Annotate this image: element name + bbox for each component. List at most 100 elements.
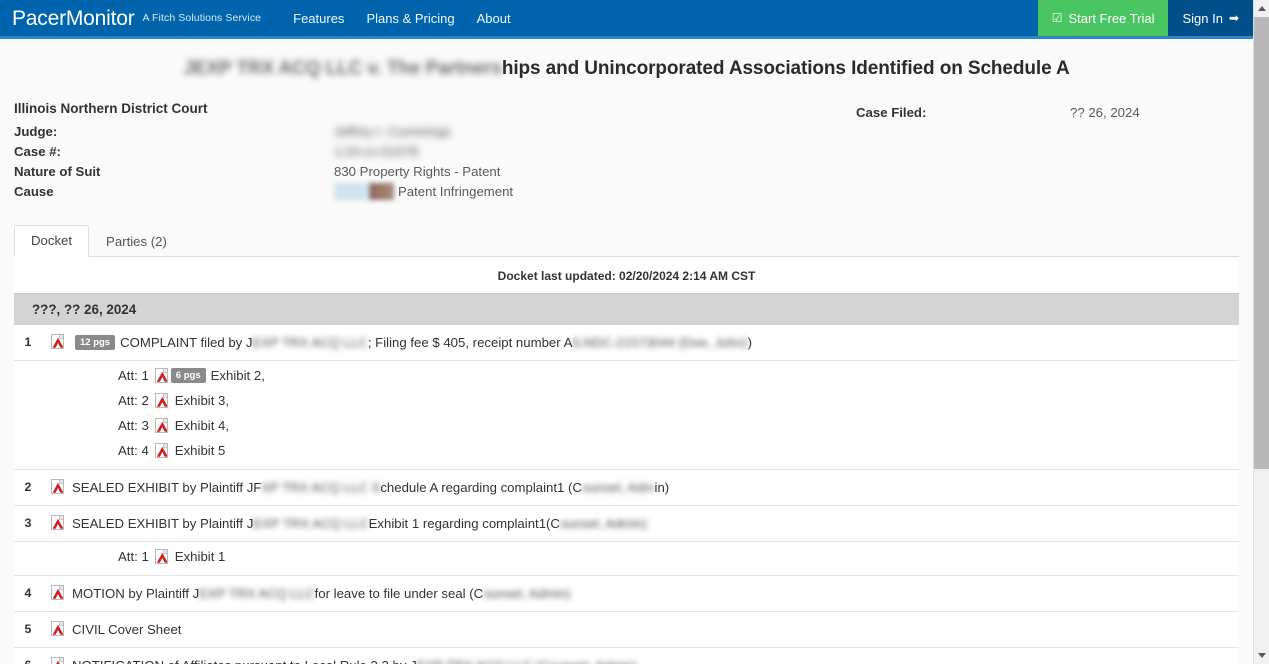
case-details-left-column: Illinois Northern District Court Judge: … <box>14 101 634 202</box>
pdf-icon[interactable] <box>154 442 168 458</box>
tab-docket-label: Docket <box>31 232 73 248</box>
attachment-list: Att: 1 6 pgs Exhibit 2, Att: 2 Exhibit 3… <box>14 361 1239 470</box>
checkbox-check-icon: ☑ <box>1051 11 1063 25</box>
attachment-label: Att: 1 <box>118 367 149 383</box>
list-item[interactable]: Att: 2 Exhibit 3, <box>14 388 1239 413</box>
page-title: JEXP TRX ACQ LLC v. The Partnerships and… <box>183 57 1069 81</box>
list-item[interactable]: Att: 3 Exhibit 4, <box>14 413 1239 438</box>
redacted-party-name: XP TRX ACQ LLC S <box>261 479 381 495</box>
scrollbar-track[interactable] <box>1254 17 1269 647</box>
nav-link-features[interactable]: Features <box>293 12 344 25</box>
docket-entry-text: MOTION by Plaintiff JEXP TRX ACQ LLCfor … <box>72 584 1239 603</box>
top-navigation-bar: PacerMonitor A Fitch Solutions Service F… <box>0 0 1253 36</box>
start-free-trial-label: Start Free Trial <box>1068 10 1155 26</box>
docket-entry-number: 4 <box>24 585 32 600</box>
page-content: PacerMonitor A Fitch Solutions Service F… <box>0 0 1253 664</box>
table-row[interactable]: 1 12 pgs COMPLAINT filed by JEXP TRX ACQ … <box>14 325 1239 361</box>
vertical-scrollbar[interactable] <box>1253 0 1269 664</box>
attachment-text: Exhibit 2, <box>210 367 265 383</box>
docket-entry-text: 12 pgs COMPLAINT filed by JEXP TRX ACQ LL… <box>72 333 1239 352</box>
docket-last-updated: Docket last updated: 02/20/2024 2:14 AM … <box>497 268 756 283</box>
pdf-icon[interactable] <box>42 584 72 600</box>
table-row[interactable]: 2 SEALED EXHIBIT by Plaintiff JFXP TRX A… <box>14 470 1239 506</box>
pdf-icon[interactable] <box>154 392 168 408</box>
list-item[interactable]: Att: 4 Exhibit 5 <box>14 438 1239 463</box>
pdf-icon[interactable] <box>154 367 168 383</box>
case-tabs: Docket Parties (2) <box>14 224 1239 257</box>
pdf-icon[interactable] <box>42 333 72 349</box>
attachment-text: Exhibit 1 <box>174 548 226 564</box>
case-number-label: Case #: <box>14 143 61 159</box>
case-title-section: JEXP TRX ACQ LLC v. The Partnerships and… <box>0 39 1253 95</box>
cause-label: Cause <box>14 183 54 199</box>
redacted-filer-name: ounsel, Admin) <box>483 585 571 601</box>
entry-text-mid: ; Filing fee $ 405, receipt number A <box>367 334 573 350</box>
cause-text: Patent Infringement <box>398 183 514 199</box>
redacted-party-name: EXP TRX ACQ LLC (Counsel, Admin) <box>417 656 637 664</box>
case-number-value: 1:24-cv-01578 <box>334 142 418 162</box>
case-detail-row-judge: Judge: Jeffrey I. Cummings <box>14 122 634 142</box>
case-title-visible: hips and Unincorporated Associations Ide… <box>501 58 1070 79</box>
pdf-icon[interactable] <box>42 514 72 530</box>
docket-entry-text: SEALED EXHIBIT by Plaintiff JEXP TRX ACQ… <box>72 514 1239 533</box>
redacted-party-name: EXP TRX ACQ LLC <box>253 515 369 531</box>
table-row[interactable]: 4 MOTION by Plaintiff JEXP TRX ACQ LLCfo… <box>14 576 1239 612</box>
entry-text-before: COMPLAINT filed by J <box>120 334 253 350</box>
redacted-filer-name: ounsel, Adm <box>581 479 655 495</box>
attachment-text: Exhibit 3, <box>174 392 230 408</box>
entry-text-end: in) <box>654 479 670 495</box>
nav-actions: ☑ Start Free Trial Sign In ➡ <box>1037 0 1253 36</box>
browser-viewport: PacerMonitor A Fitch Solutions Service F… <box>0 0 1269 664</box>
court-name: Illinois Northern District Court <box>14 100 208 116</box>
redacted-party-name: EXP TRX ACQ LLC <box>252 334 368 350</box>
case-filed-row: Case Filed: ?? 26, 2024 <box>856 103 1239 123</box>
case-detail-row-nature-of-suit: Nature of Suit 830 Property Rights - Pat… <box>14 162 634 182</box>
pdf-icon[interactable] <box>42 656 72 664</box>
table-row[interactable]: 6 NOTIFICATION of Affiliates pursuant to… <box>14 648 1239 664</box>
brand-tagline: A Fitch Solutions Service <box>142 12 262 24</box>
entry-text-before: MOTION by Plaintiff J <box>72 585 200 601</box>
docket-entry-number: 3 <box>24 515 32 530</box>
site-logo[interactable]: PacerMonitor <box>12 8 135 29</box>
list-item[interactable]: Att: 1 6 pgs Exhibit 2, <box>14 363 1239 388</box>
pdf-icon[interactable] <box>42 620 72 636</box>
redacted-case-number: 1:24-cv-01578 <box>334 143 419 159</box>
redacted-receipt-number: ILNDC-21573044 (Doe, John) <box>572 334 748 350</box>
tab-parties[interactable]: Parties (2) <box>89 226 184 257</box>
nav-link-plans-pricing[interactable]: Plans & Pricing <box>366 12 454 25</box>
redacted-judge-name: Jeffrey I. Cummings <box>334 123 452 139</box>
page-count-badge: 12 pgs <box>75 334 116 350</box>
nature-of-suit-label: Nature of Suit <box>14 163 101 179</box>
scrollbar-thumb[interactable] <box>1254 17 1269 469</box>
scroll-down-arrow-icon[interactable] <box>1254 647 1269 664</box>
pdf-icon[interactable] <box>42 478 72 494</box>
case-detail-row-case-number: Case #: 1:24-cv-01578 <box>14 142 634 162</box>
entry-text-end: ) <box>747 334 752 350</box>
attachment-label: Att: 3 <box>118 417 149 433</box>
sign-in-button[interactable]: Sign In ➡ <box>1168 0 1253 36</box>
pdf-icon[interactable] <box>154 548 168 564</box>
redacted-party-name: EXP TRX ACQ LLC <box>199 585 315 601</box>
pdf-icon[interactable] <box>154 417 168 433</box>
start-free-trial-button[interactable]: ☑ Start Free Trial <box>1037 0 1169 36</box>
docket-entry-text: NOTIFICATION of Affiliates pursuant to L… <box>72 656 1239 664</box>
list-item[interactable]: Att: 1 Exhibit 1 <box>14 544 1239 569</box>
docket-entry-number: 1 <box>24 334 32 349</box>
tab-docket[interactable]: Docket <box>14 224 90 257</box>
table-row[interactable]: 5 CIVIL Cover Sheet <box>14 612 1239 648</box>
nature-of-suit-value: 830 Property Rights - Patent <box>334 163 501 179</box>
attachment-text: Exhibit 5 <box>174 442 226 458</box>
case-details-right-column: Case Filed: ?? 26, 2024 <box>634 101 1239 202</box>
redacted-cause-code <box>334 182 394 200</box>
entry-text-before: CIVIL Cover Sheet <box>72 621 182 637</box>
nav-link-about[interactable]: About <box>477 12 511 25</box>
entry-text-before: SEALED EXHIBIT by Plaintiff JF <box>72 479 262 495</box>
entry-text-before: SEALED EXHIBIT by Plaintiff J <box>72 515 254 531</box>
judge-label: Judge: <box>14 123 58 139</box>
attachment-label: Att: 2 <box>118 392 149 408</box>
docket-entry-text: CIVIL Cover Sheet <box>72 620 1239 639</box>
entry-text-mid: Exhibit 1 regarding complaint1(C <box>368 515 560 531</box>
scroll-up-arrow-icon[interactable] <box>1254 0 1269 17</box>
table-row[interactable]: 3 SEALED EXHIBIT by Plaintiff JEXP TRX A… <box>14 506 1239 542</box>
case-detail-row-cause: Cause Patent Infringement <box>14 182 634 202</box>
